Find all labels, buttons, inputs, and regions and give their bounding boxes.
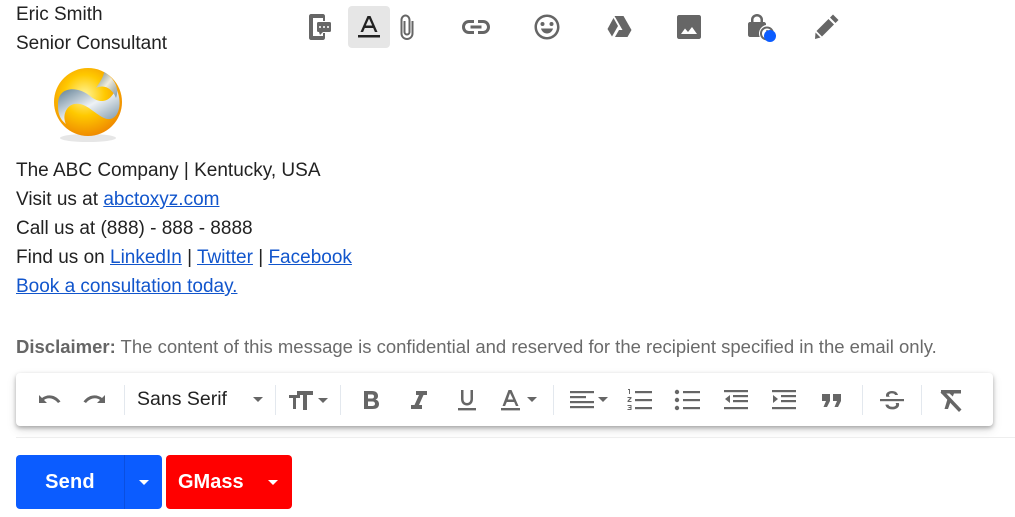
strikethrough-icon — [879, 390, 904, 409]
emoji-icon — [534, 14, 560, 40]
toolbar-divider — [339, 384, 341, 415]
link-button[interactable] — [455, 6, 497, 48]
font-family-value: Sans Serif — [137, 388, 227, 410]
signature-company: The ABC Company | Kentucky, USA — [16, 160, 321, 181]
compose-divider — [16, 437, 1015, 438]
signature-button[interactable] — [806, 6, 848, 48]
toolbar-divider — [861, 384, 863, 415]
send-button-group: Send — [16, 455, 162, 509]
indent-more-button[interactable] — [760, 382, 808, 418]
facebook-link[interactable]: Facebook — [268, 247, 351, 268]
disclaimer-text: The content of this message is confident… — [115, 336, 937, 357]
company-logo-image — [54, 68, 122, 142]
numbered-list-button[interactable] — [616, 382, 664, 418]
emoji-button[interactable] — [526, 6, 568, 48]
attach-icon — [400, 14, 414, 40]
remove-formatting-icon — [940, 389, 962, 412]
photo-icon — [677, 15, 701, 39]
bulleted-list-icon — [674, 389, 700, 410]
formatting-toolbar: Sans Serif — [16, 373, 993, 426]
find-prefix: Find us on — [16, 247, 110, 268]
align-button[interactable] — [560, 382, 616, 418]
chevron-down-icon — [252, 397, 263, 402]
twitter-link[interactable]: Twitter — [197, 247, 253, 268]
website-link[interactable]: abctoxyz.com — [103, 189, 219, 210]
undo-icon — [39, 394, 61, 403]
chevron-down-icon — [268, 479, 278, 485]
chevron-down-icon — [138, 479, 149, 485]
compose-action-bar: Send GMass — [16, 455, 292, 509]
font-family-select[interactable]: Sans Serif — [131, 382, 269, 418]
linkedin-link[interactable]: LinkedIn — [110, 247, 182, 268]
disclaimer-label: Disclaimer: — [16, 336, 116, 357]
link-icon — [462, 20, 490, 34]
disclaimer: Disclaimer: The content of this message … — [16, 336, 937, 358]
notification-dot — [764, 30, 776, 42]
sms-button[interactable] — [294, 6, 346, 48]
quote-button[interactable] — [808, 382, 856, 418]
gmass-button-group: GMass — [166, 455, 292, 509]
text-color-button[interactable] — [491, 382, 547, 418]
formatting-options-icon — [358, 16, 380, 38]
underline-button[interactable] — [443, 382, 491, 418]
indent-more-icon — [771, 389, 796, 409]
bulleted-list-button[interactable] — [664, 382, 712, 418]
attach-button[interactable] — [392, 6, 422, 48]
signature-website-line: Visit us at abctoxyz.com — [16, 185, 352, 214]
italic-button[interactable] — [395, 382, 443, 418]
signature-booking-line: Book a consultation today. — [16, 272, 352, 301]
gmass-options-button[interactable] — [254, 455, 292, 509]
sms-icon — [309, 14, 331, 40]
indent-less-icon — [723, 389, 748, 409]
toolbar-divider — [124, 384, 125, 415]
signature-phone: Call us at (888) - 888 - 8888 — [16, 218, 253, 239]
signature-icon — [815, 14, 839, 39]
toolbar-divider — [552, 384, 554, 415]
confidential-mode-button[interactable] — [740, 6, 782, 48]
text-size-icon — [288, 390, 328, 410]
undo-button[interactable] — [26, 382, 72, 418]
bold-icon — [363, 390, 379, 409]
formatting-options-button[interactable] — [348, 6, 390, 48]
redo-icon — [83, 394, 105, 403]
text-color-icon — [500, 389, 537, 410]
drive-icon — [607, 16, 632, 37]
signature-social-line: Find us on LinkedIn | Twitter | Facebook — [16, 243, 352, 272]
visit-prefix: Visit us at — [16, 189, 104, 210]
send-button[interactable]: Send — [16, 455, 124, 509]
toolbar-divider — [920, 384, 922, 415]
quote-icon — [821, 393, 841, 407]
booking-link[interactable]: Book a consultation today. — [16, 276, 237, 297]
gmass-button[interactable]: GMass — [166, 455, 254, 509]
redo-button[interactable] — [72, 382, 118, 418]
drive-button[interactable] — [598, 6, 640, 48]
italic-icon — [410, 390, 427, 409]
insert-photo-button[interactable] — [668, 6, 710, 48]
separator: | — [181, 247, 197, 268]
numbered-list-icon — [627, 388, 652, 410]
strikethrough-button[interactable] — [869, 382, 915, 418]
remove-formatting-button[interactable] — [928, 382, 974, 418]
text-size-button[interactable] — [282, 382, 334, 418]
bold-button[interactable] — [347, 382, 395, 418]
toolbar-divider — [274, 384, 276, 415]
separator: | — [252, 247, 269, 268]
underline-icon — [457, 389, 476, 410]
align-icon — [569, 390, 608, 408]
send-options-button[interactable] — [124, 455, 162, 509]
company-logo — [16, 58, 352, 156]
indent-less-button[interactable] — [712, 382, 760, 418]
